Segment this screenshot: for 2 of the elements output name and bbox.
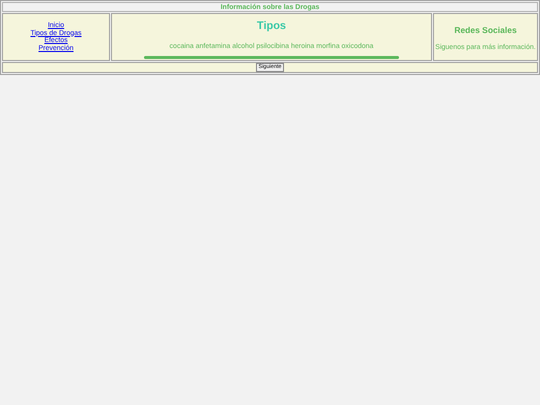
social-heading: Redes Sociales <box>454 26 517 34</box>
section-heading: Tipos <box>256 21 286 32</box>
